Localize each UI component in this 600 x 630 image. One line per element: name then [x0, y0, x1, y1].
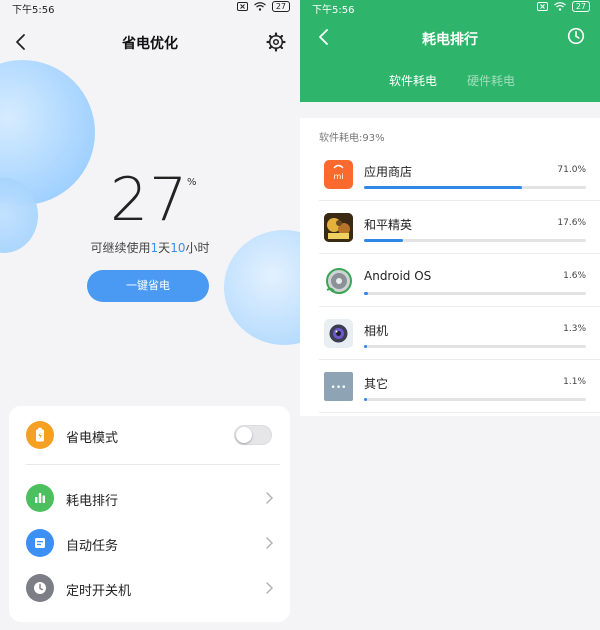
usage-bar-track: [364, 398, 586, 401]
list-item[interactable]: ••• 其它 1.1%: [300, 360, 600, 413]
app-percent: 71.0%: [557, 165, 586, 175]
wifi-icon: [553, 2, 566, 11]
usage-bar-fill: [364, 398, 367, 401]
power-mode-toggle[interactable]: [234, 425, 272, 445]
camera-icon: [324, 319, 353, 348]
divider: [26, 464, 280, 465]
app-name: 其它: [364, 377, 389, 391]
app-percent: 1.1%: [563, 377, 586, 387]
usage-bar-fill: [364, 186, 522, 189]
usage-bar-track: [364, 239, 586, 242]
status-time: 下午5:56: [12, 5, 55, 16]
sim-x-icon: [236, 2, 248, 11]
sim-x-icon: [536, 2, 548, 11]
list-item[interactable]: 相机 1.3%: [300, 307, 600, 360]
power-optimization-screen: 下午5:56 27 省电优化 27 % 可继续使用1天10小时 一键省电 省电模…: [0, 0, 300, 630]
app-name: 和平精英: [364, 218, 413, 232]
wifi-icon: [253, 2, 266, 11]
battery-bolt-icon: [26, 421, 54, 449]
others-icon: •••: [324, 372, 353, 401]
power-mode-row[interactable]: 省电模式: [9, 413, 290, 457]
battery-percentage: 27: [110, 165, 189, 235]
page-title: 耗电排行: [422, 32, 478, 48]
auto-task-row[interactable]: 自动任务: [9, 521, 290, 565]
ranking-header: 下午5:56 27 耗电排行 软件耗电 硬件耗电: [300, 0, 600, 102]
status-time: 下午5:56: [312, 5, 355, 16]
others-icon-text: •••: [331, 383, 347, 393]
app-percent: 17.6%: [557, 218, 586, 228]
page-title: 省电优化: [122, 36, 178, 52]
app-percent: 1.6%: [563, 271, 586, 281]
task-list-icon: [26, 529, 54, 557]
toggle-knob: [236, 427, 252, 443]
status-bar: 下午5:56 27: [0, 0, 300, 16]
android-os-icon: [324, 266, 353, 295]
percent-sign: %: [187, 177, 197, 188]
usage-bar-track: [364, 292, 586, 295]
app-usage-list: 软件耗电:93% mi 应用商店 71.0% 和平精英 17.6% Androi…: [300, 118, 600, 416]
clock-icon: [26, 574, 54, 602]
power-mode-label: 省电模式: [66, 431, 119, 446]
settings-card: 省电模式 耗电排行 自动任务 定时开关机: [9, 406, 290, 622]
remaining-hours: 10: [170, 241, 186, 255]
peace-elite-game-icon: [324, 213, 353, 242]
battery-indicator: 27: [271, 1, 290, 12]
app-name: 应用商店: [364, 165, 413, 179]
app-percent: 1.3%: [563, 324, 586, 334]
bar-chart-icon: [26, 484, 54, 512]
chevron-right-icon: [266, 537, 274, 549]
usage-bar-track: [364, 186, 586, 189]
battery-indicator: 27: [571, 1, 590, 12]
usage-bar-fill: [364, 345, 367, 348]
status-bar: 下午5:56 27: [300, 0, 600, 16]
app-name: Android OS: [364, 269, 432, 283]
app-store-icon-text: mi: [333, 172, 343, 181]
remaining-day-unit: 天: [158, 241, 171, 255]
remaining-hour-unit: 小时: [185, 241, 210, 255]
power-ranking-label: 耗电排行: [66, 494, 119, 509]
app-store-icon: mi: [324, 160, 353, 189]
remaining-prefix: 可继续使用: [90, 241, 151, 255]
tab-software[interactable]: 软件耗电: [389, 72, 437, 89]
scheduled-power-label: 定时开关机: [66, 584, 132, 599]
power-ranking-screen: 下午5:56 27 耗电排行 软件耗电 硬件耗电 软件耗电:93% mi 应用商…: [300, 0, 600, 630]
chevron-right-icon: [266, 582, 274, 594]
tab-hardware[interactable]: 硬件耗电: [467, 72, 515, 89]
history-clock-icon[interactable]: [566, 26, 586, 46]
software-summary: 软件耗电:93%: [319, 133, 385, 144]
usage-bar-fill: [364, 239, 404, 242]
list-item[interactable]: 和平精英 17.6%: [300, 201, 600, 254]
one-tap-save-button[interactable]: 一键省电: [87, 270, 209, 302]
gear-icon[interactable]: [266, 32, 286, 52]
chevron-right-icon: [266, 492, 274, 504]
list-item[interactable]: Android OS 1.6%: [300, 254, 600, 307]
power-ranking-row[interactable]: 耗电排行: [9, 476, 290, 520]
top-bar: 省电优化: [0, 26, 300, 58]
usage-bar-track: [364, 345, 586, 348]
app-name: 相机: [364, 324, 389, 338]
auto-task-label: 自动任务: [66, 539, 119, 554]
usage-bar-fill: [364, 292, 368, 295]
list-item[interactable]: mi 应用商店 71.0%: [300, 148, 600, 201]
scheduled-power-row[interactable]: 定时开关机: [9, 566, 290, 610]
remaining-time: 可继续使用1天10小时: [0, 239, 300, 256]
divider: [319, 412, 600, 413]
